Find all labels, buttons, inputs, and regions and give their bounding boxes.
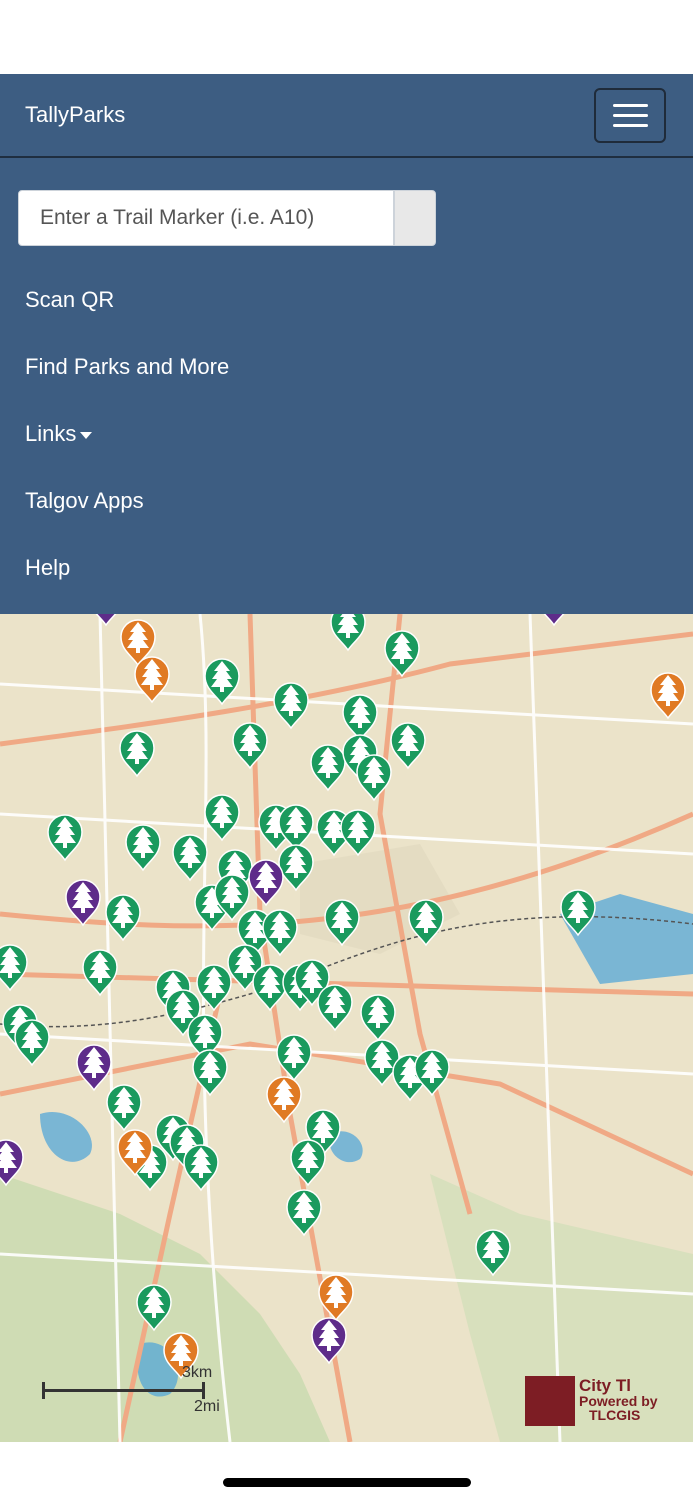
menu-item-scan-qr[interactable]: Scan QR <box>25 287 114 313</box>
map-base <box>0 614 693 1442</box>
menu-item-label: Find Parks and More <box>25 354 230 379</box>
search-button[interactable] <box>394 190 436 246</box>
app-title[interactable]: TallyParks <box>25 102 125 128</box>
menu-item-label: Help <box>25 555 71 580</box>
navbar: TallyParks <box>0 74 693 158</box>
menu-item-help[interactable]: Help <box>25 555 70 581</box>
menu-item-label: Talgov Apps <box>25 488 144 513</box>
menu-item-find-parks[interactable]: Find Parks and More <box>25 354 229 380</box>
tlcgis-logo-mark <box>525 1376 575 1426</box>
map-scale: 3km 2mi <box>42 1364 220 1415</box>
park-map[interactable] <box>0 614 693 1442</box>
menu-item-links[interactable]: Links <box>25 421 93 447</box>
home-indicator <box>223 1478 471 1487</box>
nav-menu: Scan QR Find Parks and More Links Talgov… <box>0 158 693 614</box>
menu-item-talgov-apps[interactable]: Talgov Apps <box>25 488 144 514</box>
scale-km-label: 3km <box>182 1364 213 1381</box>
attribution-line-3: TLCGIS <box>589 1407 641 1423</box>
caret-down-icon <box>80 431 93 439</box>
trail-marker-search <box>18 190 436 246</box>
menu-toggle-button[interactable] <box>594 88 666 143</box>
menu-item-label: Links <box>25 421 77 446</box>
menu-item-label: Scan QR <box>25 287 115 312</box>
tlcgis-logo: City Tl Powered by TLCGIS <box>525 1376 669 1426</box>
status-bar <box>0 0 693 74</box>
trail-marker-input[interactable] <box>18 190 394 246</box>
scale-mi-label: 2mi <box>194 1398 220 1415</box>
